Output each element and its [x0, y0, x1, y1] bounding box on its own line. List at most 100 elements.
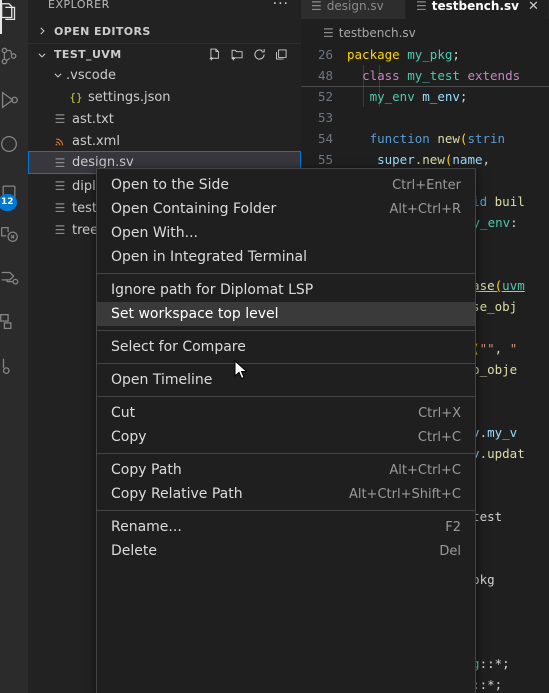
- code-line: 54 function new(strin: [301, 128, 549, 149]
- section-open-editors-label: OPEN EDITORS: [54, 24, 151, 38]
- text-file-icon: ☰: [311, 0, 322, 13]
- line-text: [347, 107, 549, 128]
- line-text: my_env:: [465, 215, 518, 230]
- menu-item-set-workspace-top-level[interactable]: Set workspace top level: [97, 302, 475, 326]
- testing-icon[interactable]: 12: [0, 170, 28, 214]
- account-icon[interactable]: [0, 344, 28, 388]
- menu-item-label: Select for Compare: [111, 339, 246, 355]
- line-number: 53: [317, 110, 333, 125]
- close-icon[interactable]: ✕: [528, 0, 539, 14]
- menu-item-label: Copy: [111, 429, 147, 445]
- text-file-icon: ☰: [54, 155, 66, 170]
- menu-item-label: Delete: [111, 543, 157, 559]
- menu-item-label: Rename...: [111, 519, 182, 535]
- tree-item-label: ast.txt: [72, 111, 114, 127]
- file-context-menu[interactable]: Open to the Side Ctrl+Enter Open Contain…: [96, 168, 476, 693]
- run-and-debug-icon[interactable]: [0, 78, 28, 122]
- menu-item-shortcut: Alt+Ctrl+R: [389, 201, 461, 217]
- new-file-icon[interactable]: [208, 47, 223, 62]
- section-workspace-label: TEST_UVM: [54, 48, 122, 61]
- menu-item-copy[interactable]: Copy Ctrl+C: [97, 425, 475, 449]
- tab-testbench-sv[interactable]: ☰ testbench.sv ✕: [406, 0, 549, 19]
- menu-item-ignore-path-for-diplomat-lsp[interactable]: Ignore path for Diplomat LSP: [97, 278, 475, 302]
- code-line: my_env:: [465, 212, 549, 233]
- breadcrumb-label: testbench.sv: [338, 26, 416, 40]
- menu-item-open-containing-folder[interactable]: Open Containing Folder Alt+Ctrl+R: [97, 197, 475, 221]
- editor-tab-bar: ☰ design.sv ☰ testbench.sv ✕: [301, 0, 549, 19]
- menu-item-label: Copy Relative Path: [111, 486, 243, 502]
- line-text: my_env m_env;: [369, 89, 468, 104]
- text-file-icon: ☰: [416, 0, 427, 13]
- menu-item-label: Open With...: [111, 225, 198, 241]
- menu-item-label: Open in Integrated Terminal: [111, 249, 307, 265]
- activity-bar: 12: [0, 0, 28, 693]
- menu-item-label: Open to the Side: [111, 177, 230, 193]
- menu-separator: [97, 363, 475, 364]
- collapse-all-icon[interactable]: [274, 47, 289, 62]
- chevron-down-icon: [50, 70, 66, 80]
- share-icon[interactable]: [0, 256, 28, 300]
- explorer-icon[interactable]: [0, 0, 28, 34]
- line-number: 48: [317, 68, 333, 83]
- menu-item-label: Ignore path for Diplomat LSP: [111, 282, 314, 298]
- code-line: 53: [301, 107, 549, 128]
- menu-item-copy-relative-path[interactable]: Copy Relative Path Alt+Ctrl+Shift+C: [97, 482, 475, 506]
- line-text: function new(strin: [369, 131, 506, 146]
- text-file-icon: ☰: [54, 112, 66, 126]
- refresh-icon[interactable]: [252, 47, 267, 62]
- menu-item-open-timeline[interactable]: Open Timeline: [97, 368, 475, 392]
- breadcrumb[interactable]: ☰ testbench.sv: [301, 22, 549, 44]
- new-folder-icon[interactable]: [230, 47, 245, 62]
- code-line: 55 super.new(name,: [301, 149, 549, 170]
- line-text: super.new(name,: [377, 152, 491, 167]
- menu-item-shortcut: Alt+Ctrl+C: [389, 462, 461, 478]
- section-workspace-folder[interactable]: TEST_UVM: [28, 43, 301, 65]
- menu-item-shortcut: Del: [439, 543, 461, 559]
- workspace-actions: [208, 47, 301, 62]
- menu-item-open-in-integrated-terminal[interactable]: Open in Integrated Terminal: [97, 245, 475, 269]
- menu-item-label: Open Containing Folder: [111, 201, 277, 217]
- menu-item-select-for-compare[interactable]: Select for Compare: [97, 335, 475, 359]
- tab-label: design.sv: [326, 0, 384, 13]
- line-text: class my_test extends: [362, 68, 521, 83]
- menu-separator: [97, 273, 475, 274]
- menu-item-shortcut: Ctrl+X: [418, 405, 461, 421]
- menu-item-copy-path[interactable]: Copy Path Alt+Ctrl+C: [97, 458, 475, 482]
- menu-item-label: Copy Path: [111, 462, 182, 478]
- menu-item-shortcut: Ctrl+C: [417, 429, 461, 445]
- tab-design-sv[interactable]: ☰ design.sv: [301, 0, 406, 19]
- blocks-icon[interactable]: [0, 300, 28, 344]
- sidebar-header: EXPLORER ···: [28, 0, 301, 15]
- section-open-editors[interactable]: OPEN EDITORS: [28, 20, 301, 42]
- sidebar-more-actions-icon[interactable]: ···: [273, 0, 289, 11]
- menu-separator: [97, 330, 475, 331]
- tree-item-ast-xml[interactable]: ast.xml: [28, 130, 301, 152]
- text-file-icon: ☰: [323, 26, 334, 40]
- text-file-icon: ☰: [54, 201, 66, 215]
- menu-separator: [97, 453, 475, 454]
- code-line: 26 package my_pkg;: [301, 44, 549, 65]
- source-control-icon[interactable]: [0, 34, 28, 78]
- menu-item-open-to-the-side[interactable]: Open to the Side Ctrl+Enter: [97, 173, 475, 197]
- line-number: 52: [317, 89, 333, 104]
- menu-item-cut[interactable]: Cut Ctrl+X: [97, 401, 475, 425]
- menu-separator: [97, 396, 475, 397]
- text-file-icon: ☰: [54, 179, 66, 193]
- tab-label: testbench.sv: [431, 0, 519, 13]
- line-number: 26: [317, 47, 333, 62]
- tree-item-vscode[interactable]: .vscode: [28, 64, 301, 86]
- tree-item-settings-json[interactable]: {} settings.json: [28, 86, 301, 108]
- line-number: 54: [317, 131, 333, 146]
- line-number: 55: [317, 152, 333, 167]
- line-text: package my_pkg;: [347, 47, 460, 62]
- extensions-icon[interactable]: [0, 122, 28, 166]
- code-line: 48 class my_test extends: [301, 65, 549, 86]
- chevron-down-icon: [34, 50, 50, 60]
- remote-explorer-icon[interactable]: [0, 212, 28, 256]
- tree-item-ast-txt[interactable]: ☰ ast.txt: [28, 108, 301, 130]
- menu-item-rename[interactable]: Rename... F2: [97, 515, 475, 539]
- menu-item-label: Cut: [111, 405, 136, 421]
- json-file-icon: {}: [69, 90, 83, 104]
- menu-item-delete[interactable]: Delete Del: [97, 539, 475, 563]
- menu-item-open-with[interactable]: Open With...: [97, 221, 475, 245]
